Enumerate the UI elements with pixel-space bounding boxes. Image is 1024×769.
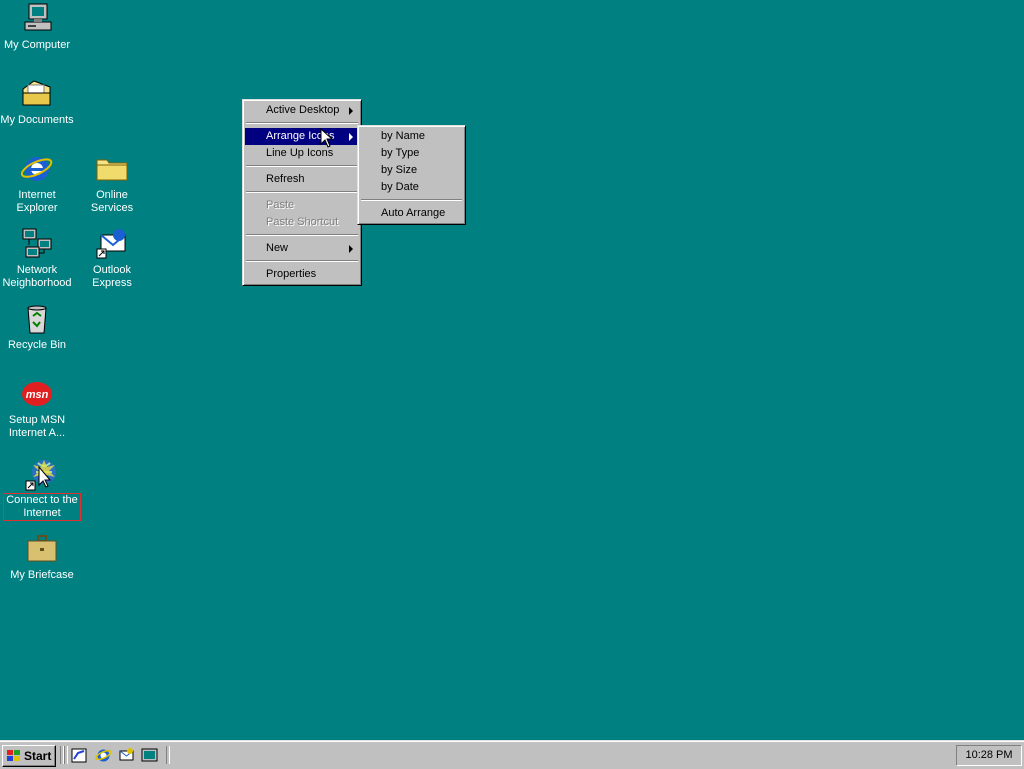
mouse-cursor-icon — [320, 128, 334, 148]
channels-icon[interactable] — [141, 747, 158, 764]
msn-icon: msn — [22, 382, 52, 406]
desktop-icon-outlook-express[interactable]: Outlook Express — [72, 227, 152, 290]
internet-explorer-icon — [20, 157, 53, 181]
start-button[interactable]: Start — [2, 745, 56, 767]
submenu-arrow-icon — [349, 245, 353, 253]
desktop-icon-connect-internet[interactable]: Connect to the Internet — [2, 457, 82, 521]
menu-item-new[interactable]: New — [245, 240, 359, 257]
menu-item-paste: Paste — [266, 199, 295, 211]
menu-separator — [246, 234, 358, 236]
desktop[interactable]: My Computer My Documents Internet Explore… — [0, 0, 1024, 740]
menu-item-properties[interactable]: Properties — [245, 266, 359, 283]
menu-item-line-up-icons[interactable]: Line Up Icons — [245, 145, 359, 162]
outlook-express-icon — [96, 229, 126, 259]
network-neighborhood-icon — [22, 228, 52, 258]
briefcase-icon — [27, 535, 57, 562]
menu-separator — [246, 165, 358, 167]
desktop-icon-online-services[interactable]: Online Services — [72, 152, 152, 215]
icon-label: My Documents — [0, 114, 74, 126]
submenu-item-by-size[interactable]: by Size — [360, 162, 463, 179]
submenu-item-by-name[interactable]: by Name — [360, 128, 463, 145]
menu-separator — [246, 122, 358, 124]
desktop-context-menu: Active Desktop Arrange Icons Line Up Ico… — [242, 99, 362, 286]
icon-label: Outlook Express — [92, 264, 132, 289]
menu-item-paste-shortcut: Paste Shortcut — [266, 216, 339, 228]
system-tray-clock[interactable]: 10:28 PM — [956, 745, 1022, 766]
menu-separator — [361, 199, 462, 201]
taskbar: Start 10:28 PM — [0, 740, 1024, 769]
desktop-icon-my-computer[interactable]: My Computer — [0, 2, 77, 52]
taskbar-separator — [64, 746, 68, 764]
online-services-folder-icon — [96, 159, 128, 181]
icon-label: Setup MSN Internet A... — [8, 414, 66, 439]
icon-label: My Briefcase — [10, 569, 74, 581]
icon-label: My Computer — [3, 39, 71, 51]
menu-item-active-desktop[interactable]: Active Desktop — [245, 102, 359, 119]
submenu-item-by-type[interactable]: by Type — [360, 145, 463, 162]
submenu-item-auto-arrange[interactable]: Auto Arrange — [360, 205, 463, 222]
menu-separator — [246, 191, 358, 193]
submenu-arrow-icon — [349, 107, 353, 115]
menu-item-refresh[interactable]: Refresh — [245, 171, 359, 188]
svg-text:msn: msn — [26, 389, 49, 401]
arrange-icons-submenu: by Name by Type by Size by Date Auto Arr… — [357, 125, 466, 225]
ie-quicklaunch-icon[interactable] — [95, 747, 112, 764]
desktop-icon-setup-msn[interactable]: msn Setup MSN Internet A... — [0, 377, 77, 440]
icon-label: Internet Explorer — [16, 189, 58, 214]
icon-label-selected: Connect to the Internet — [3, 493, 81, 521]
windows-logo-icon — [7, 750, 20, 761]
icon-label: Online Services — [90, 189, 134, 214]
desktop-icon-my-documents[interactable]: My Documents — [0, 77, 77, 127]
icon-label: Recycle Bin — [7, 339, 67, 351]
taskbar-separator — [166, 746, 170, 764]
desktop-icon-internet-explorer[interactable]: Internet Explorer — [0, 152, 77, 215]
show-desktop-icon[interactable] — [71, 747, 88, 764]
submenu-item-by-date[interactable]: by Date — [360, 179, 463, 196]
recycle-bin-icon — [27, 305, 47, 334]
menu-item-arrange-icons[interactable]: Arrange Icons — [245, 128, 359, 145]
icon-label: Network Neighborhood — [2, 264, 72, 289]
my-documents-icon — [22, 80, 51, 106]
desktop-icon-recycle-bin[interactable]: Recycle Bin — [0, 302, 77, 352]
my-computer-icon — [24, 3, 52, 31]
start-label: Start — [24, 749, 52, 763]
outlook-quicklaunch-icon[interactable] — [118, 747, 135, 764]
submenu-arrow-icon — [349, 133, 353, 141]
desktop-icon-my-briefcase[interactable]: My Briefcase — [2, 532, 82, 582]
connect-internet-icon — [25, 460, 56, 491]
menu-separator — [246, 260, 358, 262]
desktop-icon-network-neighborhood[interactable]: Network Neighborhood — [0, 227, 77, 290]
